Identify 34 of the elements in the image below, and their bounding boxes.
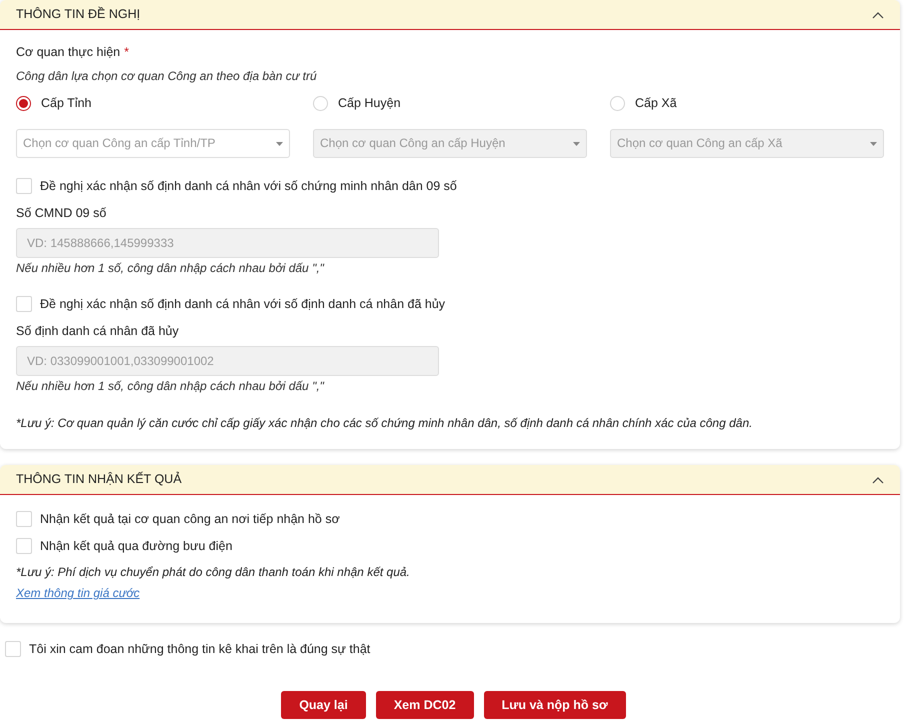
field-label: Cơ quan thực hiện bbox=[16, 45, 120, 60]
field-label: Số CMND 09 số bbox=[16, 206, 108, 221]
checkbox-label: Nhận kết quả qua đường bưu điện bbox=[40, 538, 232, 554]
radio-label: Cấp Tỉnh bbox=[41, 96, 92, 111]
checkbox-label: Nhận kết quả tại cơ quan công an nơi tiếp nhận hồ sơ bbox=[40, 512, 340, 526]
section-title: THÔNG TIN ĐỀ NGHỊ bbox=[16, 7, 140, 22]
action-button[interactable]: Lưu và nộp hồ sơ bbox=[484, 691, 626, 719]
field-hint: Nếu nhiều hơn 1 số, công dân nhập cách nhau bởi dấu "," bbox=[16, 379, 326, 394]
caret-icon bbox=[276, 142, 283, 146]
checkbox[interactable] bbox=[5, 641, 21, 657]
chevron-up-icon[interactable] bbox=[872, 10, 884, 18]
action-button[interactable]: Xem DC02 bbox=[376, 691, 474, 719]
caret-icon bbox=[870, 142, 877, 146]
note-text: *Lưu ý: Phí dịch vụ chuyển phát do công dân thanh toán khi nhận kết quả. bbox=[16, 565, 411, 580]
caret-icon bbox=[573, 142, 580, 146]
checkbox-label: Đề nghị xác nhận số định danh cá nhân với số chứng minh nhân dân 09 số bbox=[40, 178, 457, 194]
checkbox[interactable] bbox=[16, 511, 32, 527]
field-hint: Nếu nhiều hơn 1 số, công dân nhập cách nhau bởi dấu "," bbox=[16, 261, 326, 276]
section-title: THÔNG TIN NHẬN KẾT QUẢ bbox=[16, 472, 182, 487]
checkbox-label: Đề nghị xác nhận số định danh cá nhân với số định danh cá nhân đã hủy bbox=[40, 296, 446, 312]
required-mark: * bbox=[124, 45, 130, 60]
note-text: *Lưu ý: Cơ quan quản lý căn cước chỉ cấp giấy xác nhận cho các số chứng minh nhân dân, số định danh cá nhân chính xác của công dân. bbox=[16, 416, 754, 431]
section-header[interactable]: THÔNG TIN NHẬN KẾT QUẢ bbox=[0, 465, 900, 495]
field-label: Số định danh cá nhân đã hủy bbox=[16, 324, 180, 339]
radio-button[interactable] bbox=[16, 96, 31, 111]
action-button[interactable]: Quay lại bbox=[281, 691, 366, 719]
price-link[interactable]: Xem thông tin giá cước bbox=[16, 586, 140, 601]
section-header[interactable]: THÔNG TIN ĐỀ NGHỊ bbox=[0, 0, 900, 30]
radio-label: Cấp Huyện bbox=[338, 96, 401, 111]
field-hint: Công dân lựa chọn cơ quan Công an theo địa bàn cư trú bbox=[16, 69, 318, 84]
chevron-up-icon[interactable] bbox=[872, 476, 884, 484]
radio-label: Cấp Xã bbox=[635, 96, 677, 111]
checkbox-label: Tôi xin cam đoan những thông tin kê khai trên là đúng sự thật bbox=[29, 642, 370, 656]
checkbox[interactable] bbox=[16, 538, 32, 554]
